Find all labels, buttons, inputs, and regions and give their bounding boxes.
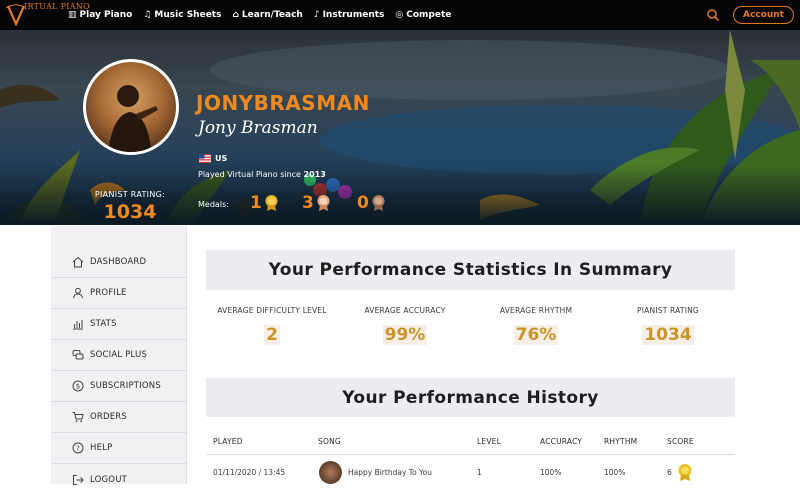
- country-code: US: [215, 154, 228, 163]
- stat-average-rhythm: AVERAGE RHYTHM 76%: [476, 306, 596, 345]
- stats-summary-title: Your Performance Statistics In Summary: [268, 260, 673, 280]
- cell-rhythm: 100%: [604, 468, 626, 477]
- profile-banner: PIANIST RATING: 1034 JONYBRASMAN Jony Br…: [0, 30, 800, 225]
- nav-music-sheets[interactable]: ♫ Music Sheets: [143, 10, 221, 20]
- bronze-medal-count: 0: [357, 193, 369, 213]
- medals-label: Medals:: [198, 200, 229, 209]
- cell-score: 6: [667, 468, 672, 477]
- cell-song[interactable]: Happy Birthday To You: [348, 468, 432, 477]
- sidebar-item-profile[interactable]: PROFILE: [51, 278, 187, 309]
- chat-icon: [72, 350, 84, 360]
- nav-play-piano[interactable]: ▥ Play Piano: [68, 10, 132, 20]
- dollar-icon: $: [72, 380, 84, 392]
- column-header-level[interactable]: LEVEL: [477, 437, 501, 446]
- guitar-icon: ♪: [313, 10, 320, 20]
- history-title: Your Performance History: [342, 387, 599, 408]
- stat-label: AVERAGE DIFFICULTY LEVEL: [217, 306, 327, 315]
- user-icon: [73, 287, 83, 299]
- sidebar-item-label: LOGOUT: [90, 474, 128, 485]
- stats-summary-header: Your Performance Statistics In Summary: [206, 250, 735, 290]
- help-icon: ?: [72, 442, 84, 454]
- bronze-medal-icon: [372, 195, 385, 211]
- nav-learn-teach[interactable]: ⌂ Learn/Teach: [232, 10, 302, 20]
- column-header-score[interactable]: SCORE: [667, 437, 694, 446]
- svg-text:$: $: [76, 383, 80, 391]
- svg-text:?: ?: [76, 445, 80, 453]
- sidebar-item-social-plus[interactable]: SOCIAL PLUS: [51, 340, 187, 371]
- stat-label: PIANIST RATING: [637, 306, 699, 315]
- gold-medal-icon: [678, 464, 692, 481]
- sidebar-item-label: STATS: [90, 319, 117, 329]
- silver-medals: 3: [302, 193, 331, 213]
- stat-value: 99%: [382, 325, 428, 345]
- account-button[interactable]: Account: [733, 6, 794, 24]
- bronze-medals: 0: [357, 193, 386, 213]
- gold-medal-icon: [265, 195, 278, 211]
- member-since-text: Played Virtual Piano since: [198, 170, 301, 179]
- silver-medal-count: 3: [302, 193, 314, 213]
- sidebar-item-stats[interactable]: STATS: [51, 309, 187, 340]
- stat-label: AVERAGE RHYTHM: [499, 306, 573, 315]
- home-icon: [72, 256, 84, 268]
- stat-value: 2: [264, 325, 280, 345]
- history-header: Your Performance History: [206, 378, 735, 417]
- us-flag-icon: [199, 154, 211, 163]
- search-icon[interactable]: [706, 8, 720, 22]
- target-icon: ◎: [395, 10, 404, 20]
- gold-medals: 1: [250, 193, 279, 213]
- sidebar-item-label: SOCIAL PLUS: [90, 350, 148, 360]
- cell-played: 01/11/2020 / 13:45: [213, 468, 286, 477]
- nav-compete-label: Compete: [406, 10, 452, 20]
- column-header-accuracy[interactable]: ACCURACY: [540, 437, 582, 446]
- sidebar-item-subscriptions[interactable]: $ SUBSCRIPTIONS: [51, 371, 187, 402]
- sidebar-item-label: SUBSCRIPTIONS: [90, 381, 161, 391]
- member-since: Played Virtual Piano since 2013: [198, 170, 326, 179]
- stat-average-accuracy: AVERAGE ACCURACY 99%: [345, 306, 465, 345]
- column-header-rhythm[interactable]: RHYTHM: [604, 437, 637, 446]
- stat-value: 76%: [513, 325, 559, 345]
- nav-play-piano-label: Play Piano: [79, 10, 133, 20]
- nav-instruments[interactable]: ♪ Instruments: [314, 10, 385, 20]
- sidebar-item-orders[interactable]: ORDERS: [51, 402, 187, 433]
- column-header-played[interactable]: PLAYED: [213, 437, 243, 446]
- stat-value: 1034: [642, 325, 694, 345]
- sidebar-item-label: PROFILE: [90, 288, 127, 298]
- gold-medal-count: 1: [250, 193, 262, 213]
- sidebar-item-label: HELP: [90, 443, 113, 453]
- cart-icon: [72, 412, 84, 423]
- member-since-year: 2013: [303, 170, 326, 179]
- chart-icon: [73, 320, 83, 330]
- song-thumbnail[interactable]: [319, 461, 342, 484]
- nav-learn-teach-label: Learn/Teach: [241, 10, 303, 20]
- music-notes-icon: ♫: [143, 10, 152, 20]
- piano-icon: ▥: [68, 10, 77, 20]
- avatar: [83, 59, 179, 155]
- username: JONYBRASMAN: [196, 91, 370, 115]
- column-header-song[interactable]: SONG: [318, 437, 341, 446]
- sidebar-item-logout[interactable]: LOGOUT: [51, 464, 187, 495]
- nav-instruments-label: Instruments: [322, 10, 385, 20]
- table-header-divider: [206, 454, 735, 455]
- cell-level: 1: [477, 468, 482, 477]
- stat-pianist-rating: PIANIST RATING 1034: [608, 306, 728, 345]
- pianist-rating-value: 1034: [103, 201, 157, 223]
- full-name: Jony Brasman: [198, 118, 318, 138]
- nav-compete[interactable]: ◎ Compete: [395, 10, 451, 20]
- account-sidebar: DASHBOARD PROFILE STATS SOCIAL PLUS $ SU…: [51, 226, 187, 485]
- nav-menu: ▥ Play Piano ♫ Music Sheets ⌂ Learn/Teac…: [68, 0, 462, 30]
- stat-average-difficulty: AVERAGE DIFFICULTY LEVEL 2: [212, 306, 332, 345]
- sidebar-item-help[interactable]: ? HELP: [51, 433, 187, 464]
- cell-accuracy: 100%: [540, 468, 562, 477]
- sidebar-item-label: ORDERS: [90, 412, 128, 422]
- silver-medal-icon: [317, 195, 330, 211]
- pianist-rating-label: PIANIST RATING:: [94, 190, 166, 199]
- graduation-cap-icon: ⌂: [232, 10, 239, 20]
- top-navigation: IRTUAL PIANO ▥ Play Piano ♫ Music Sheets…: [0, 0, 800, 30]
- nav-music-sheets-label: Music Sheets: [154, 10, 222, 20]
- sidebar-item-dashboard[interactable]: DASHBOARD: [51, 247, 187, 278]
- sidebar-item-label: DASHBOARD: [90, 257, 147, 267]
- stat-label: AVERAGE ACCURACY: [364, 306, 446, 315]
